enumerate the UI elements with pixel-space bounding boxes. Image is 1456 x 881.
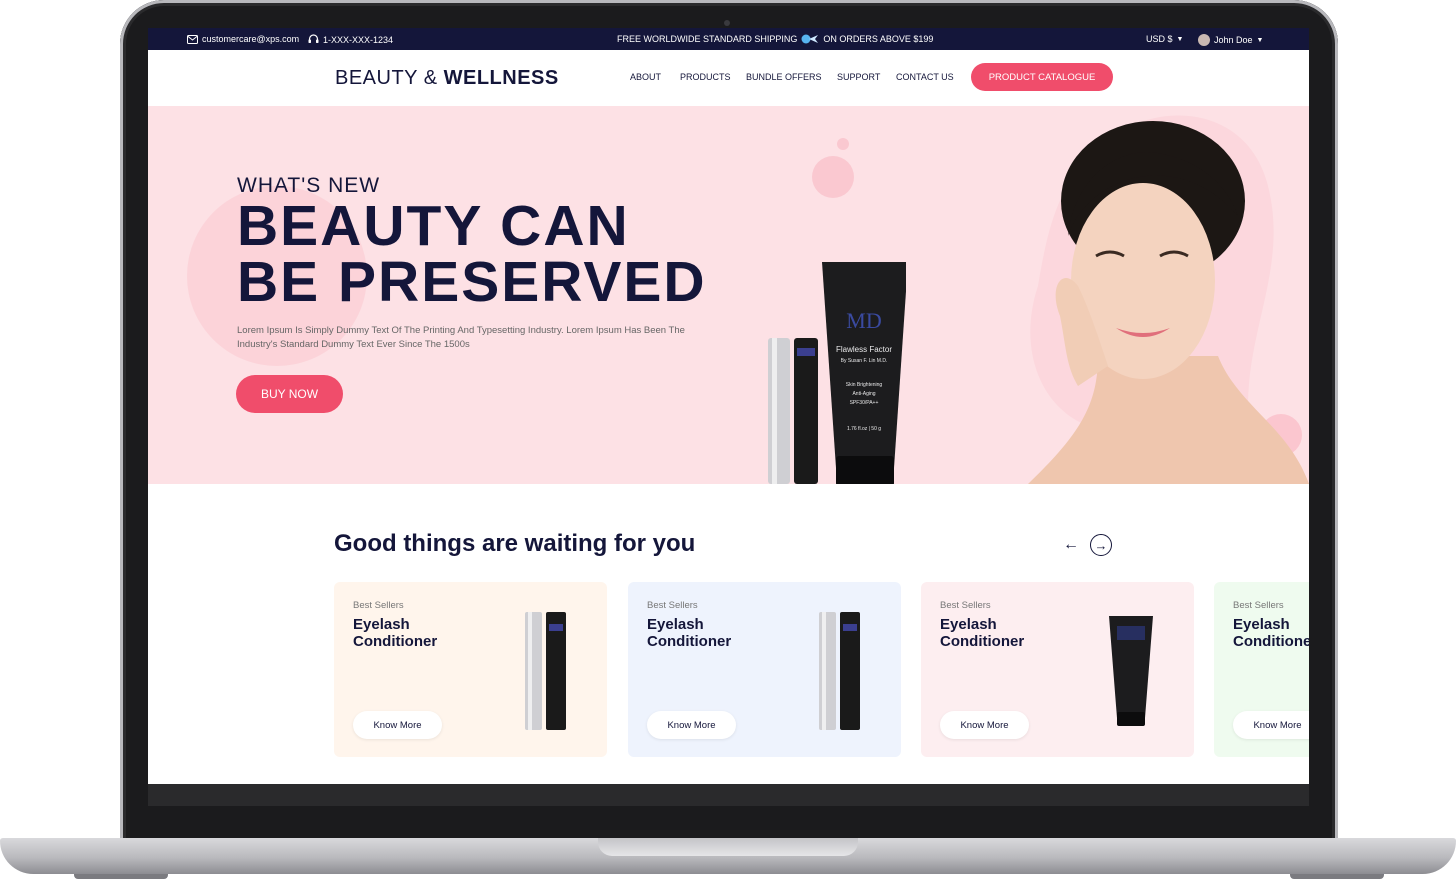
product-card[interactable]: Best Sellers Eyelash Conditioner Know Mo… [1214, 582, 1309, 757]
card-title: Eyelash Conditioner [940, 616, 1024, 650]
buy-now-button[interactable]: BUY NOW [236, 375, 343, 413]
hero-title: BEAUTY CAN BE PRESERVED [237, 194, 707, 314]
tube-text: Skin Brightening [846, 382, 883, 388]
card-title: Eyelash Conditioner [1233, 616, 1309, 650]
shipping-text-right: ON ORDERS ABOVE $199 [823, 34, 934, 44]
eyelash-bottle-image [525, 612, 566, 730]
laptop-foot [74, 874, 168, 879]
card-title: Eyelash Conditioner [353, 616, 437, 650]
card-title-line: Eyelash [353, 616, 410, 633]
hero-product-image: MD Flawless Factor By Susan F. Lin M.D. … [768, 262, 906, 484]
main-nav: BEAUTY & WELLNESS ABOUT PRODUCTS BUNDLE … [148, 50, 1309, 107]
nav-contact-us[interactable]: CONTACT US [896, 72, 954, 82]
user-name: John Doe [1214, 35, 1253, 45]
card-tag: Best Sellers [940, 600, 991, 611]
decor-circle [812, 156, 854, 198]
headset-icon [308, 34, 319, 43]
laptop-foot [1290, 874, 1384, 879]
product-card[interactable]: Best Sellers Eyelash Conditioner Know Mo… [334, 582, 607, 757]
product-catalogue-button[interactable]: PRODUCT CATALOGUE [971, 63, 1113, 91]
card-title-line: Conditioner [1233, 633, 1309, 650]
know-more-button[interactable]: Know More [647, 711, 736, 739]
screen: customercare@xps.com 1-XXX-XXX-1234 FREE… [148, 28, 1309, 784]
carousel-prev-button[interactable]: ← [1060, 534, 1082, 556]
brand-logo[interactable]: BEAUTY & WELLNESS [335, 67, 559, 90]
top-bar: customercare@xps.com 1-XXX-XXX-1234 FREE… [148, 28, 1309, 50]
card-tag: Best Sellers [1233, 600, 1284, 611]
product-card[interactable]: Best Sellers Eyelash Conditioner Know Mo… [628, 582, 901, 757]
tube-text: Flawless Factor [836, 345, 892, 354]
carousel-next-button[interactable]: → [1090, 534, 1112, 556]
card-title: Eyelash Conditioner [647, 616, 731, 650]
card-title-line: Conditioner [353, 633, 438, 650]
know-more-button[interactable]: Know More [1233, 711, 1309, 739]
section-title: Good things are waiting for you [334, 530, 696, 557]
eyelash-bottle-image [819, 612, 860, 730]
chevron-down-icon: ▼ [1176, 35, 1184, 43]
email-text: customercare@xps.com [202, 34, 300, 44]
product-card[interactable]: Best Sellers Eyelash Conditioner Know Mo… [921, 582, 1194, 757]
tube-text: 1.76 fl.oz | 50 g [847, 426, 881, 432]
phone-link[interactable]: 1-XXX-XXX-1234 [308, 34, 393, 45]
card-title-line: Conditioner [647, 633, 732, 650]
avatar [1198, 34, 1210, 46]
chevron-down-icon: ▼ [1256, 36, 1264, 44]
know-more-button[interactable]: Know More [940, 711, 1029, 739]
tube-text: Anti-Aging [852, 391, 875, 397]
hero-model-image [1028, 115, 1309, 484]
plane-icon [801, 34, 819, 44]
card-tag: Best Sellers [353, 600, 404, 611]
know-more-button[interactable]: Know More [353, 711, 442, 739]
arrow-left-icon: ← [1063, 536, 1079, 553]
email-link[interactable]: customercare@xps.com [187, 34, 299, 44]
nav-support[interactable]: SUPPORT [837, 72, 880, 82]
nav-bundle-offers[interactable]: BUNDLE OFFERS [746, 72, 822, 82]
logo-light: BEAUTY & [335, 67, 438, 89]
logo-bold: WELLNESS [443, 67, 559, 89]
arrow-right-icon: → [1094, 537, 1108, 553]
hero-title-line-2: BE PRESERVED [237, 250, 707, 314]
decor-circle [837, 138, 849, 150]
shipping-text-left: FREE WORLDWIDE STANDARD SHIPPING [617, 34, 798, 44]
nav-about[interactable]: ABOUT [630, 72, 661, 82]
nav-products[interactable]: PRODUCTS [680, 72, 731, 82]
card-title-line: Eyelash [647, 616, 704, 633]
currency-select[interactable]: USD $ ▼ [1146, 34, 1183, 44]
phone-text: 1-XXX-XXX-1234 [323, 34, 394, 45]
camera-dot [724, 20, 730, 26]
card-title-line: Eyelash [1233, 616, 1290, 633]
card-title-line: Eyelash [940, 616, 997, 633]
laptop-chin [148, 784, 1309, 806]
hero-banner: WHAT'S NEW BEAUTY CAN BE PRESERVED Lorem… [148, 106, 1309, 484]
laptop-notch [598, 838, 858, 856]
hero-title-line-1: BEAUTY CAN [237, 194, 630, 258]
hero-description: Lorem Ipsum Is Simply Dummy Text Of The … [237, 325, 685, 350]
user-menu[interactable]: John Doe ▼ [1198, 34, 1263, 46]
card-title-line: Conditioner [940, 633, 1025, 650]
tube-brand: MD [846, 308, 881, 333]
shipping-banner: FREE WORLDWIDE STANDARD SHIPPING ON ORDE… [617, 34, 933, 44]
tube-text: SPF30/PA++ [850, 400, 879, 406]
card-tag: Best Sellers [647, 600, 698, 611]
tube-product-image [1109, 616, 1153, 726]
currency-value: USD $ [1146, 34, 1173, 44]
tube-text: By Susan F. Lin M.D. [841, 358, 888, 364]
mail-icon [187, 34, 198, 44]
